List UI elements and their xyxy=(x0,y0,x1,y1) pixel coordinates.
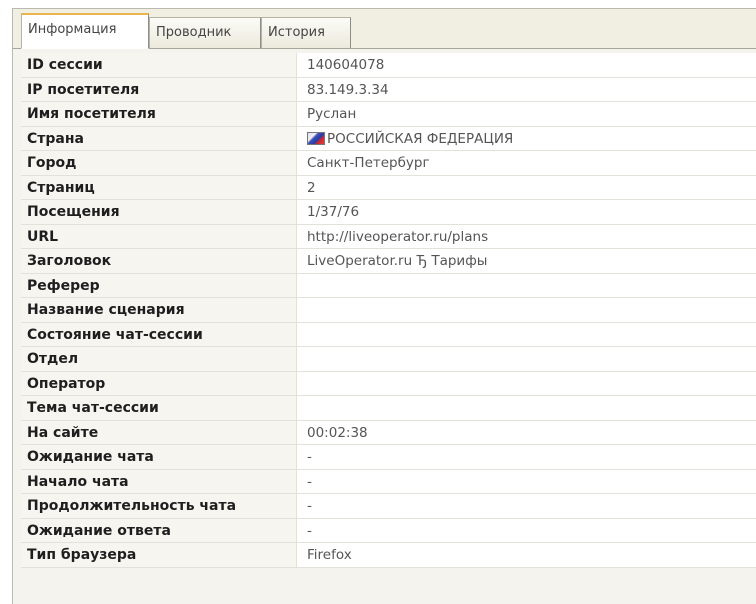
row-scenario-name[interactable]: Название сценария xyxy=(21,298,756,323)
row-chat-topic[interactable]: Тема чат-сессии xyxy=(21,396,756,421)
row-label: Страна xyxy=(21,126,297,150)
russia-flag-icon xyxy=(307,131,325,145)
tab-explorer[interactable]: Проводник xyxy=(149,17,261,48)
row-browser-type[interactable]: Тип браузера Firefox xyxy=(21,543,756,568)
row-value: 2 xyxy=(307,179,316,196)
row-label: Посещения xyxy=(21,200,297,224)
row-value: 1/37/76 xyxy=(307,204,360,220)
row-chat-wait[interactable]: Ожидание чата - xyxy=(21,445,756,470)
row-visitor-ip[interactable]: IP посетителя 83.149.3.34 xyxy=(21,77,756,102)
row-label: Продолжительность чата xyxy=(21,494,297,518)
row-value-container: РОССИЙСКАЯ ФЕДЕРАЦИЯ xyxy=(307,127,756,151)
row-label: Название сценария xyxy=(21,298,297,322)
row-value: http://liveoperator.ru/plans xyxy=(307,228,489,245)
row-label: Состояние чат-сессии xyxy=(21,322,297,346)
row-value: 83.149.3.34 xyxy=(307,81,389,98)
row-value xyxy=(307,396,756,420)
row-city[interactable]: Город Санкт-Петербург xyxy=(21,151,756,176)
row-label: Страниц xyxy=(21,175,297,199)
row-label: Город xyxy=(21,151,297,175)
row-value: - xyxy=(307,522,312,539)
row-on-site[interactable]: На сайте 00:02:38 xyxy=(21,420,756,445)
row-session-id[interactable]: ID сессии 140604078 xyxy=(21,53,756,78)
properties-grid: ID сессии 140604078 IP посетителя 83.149… xyxy=(21,53,756,568)
row-label: ID сессии xyxy=(21,53,297,77)
row-label: Заголовок xyxy=(21,249,297,273)
row-label: Тема чат-сессии xyxy=(21,396,297,420)
row-response-wait[interactable]: Ожидание ответа - xyxy=(21,518,756,543)
row-visits[interactable]: Посещения 1/37/76 xyxy=(21,200,756,225)
row-value: Firefox xyxy=(307,547,352,563)
row-label: Отдел xyxy=(21,347,297,371)
row-label: Тип браузера xyxy=(21,543,297,567)
row-value: - xyxy=(307,498,312,514)
row-country[interactable]: Страна РОССИЙСКАЯ ФЕДЕРАЦИЯ xyxy=(21,126,756,151)
row-title[interactable]: Заголовок LiveOperator.ru Ђ Тарифы xyxy=(21,249,756,274)
row-value: LiveOperator.ru Ђ Тарифы xyxy=(307,253,488,269)
row-referrer[interactable]: Реферер xyxy=(21,273,756,298)
row-value xyxy=(307,372,756,396)
row-value xyxy=(307,347,756,371)
row-value xyxy=(307,323,756,347)
row-value: Руслан xyxy=(307,106,357,122)
row-chat-duration[interactable]: Продолжительность чата - xyxy=(21,494,756,519)
row-label: Реферер xyxy=(21,273,297,297)
tab-history[interactable]: История xyxy=(261,17,351,48)
row-label: Ожидание чата xyxy=(21,445,297,469)
row-value: - xyxy=(307,449,312,465)
row-label: Имя посетителя xyxy=(21,102,297,126)
row-label: Оператор xyxy=(21,371,297,395)
row-value: РОССИЙСКАЯ ФЕДЕРАЦИЯ xyxy=(327,130,514,147)
row-value xyxy=(307,298,756,322)
row-value: 140604078 xyxy=(307,57,385,73)
row-operator[interactable]: Оператор xyxy=(21,371,756,396)
tab-strip: Информация Проводник История xyxy=(13,9,756,49)
row-value: Санкт-Петербург xyxy=(307,155,430,171)
visitor-info-panel: Информация Проводник История ID сессии 1… xyxy=(12,8,756,604)
row-label: URL xyxy=(21,224,297,248)
row-label: На сайте xyxy=(21,420,297,444)
row-url[interactable]: URL http://liveoperator.ru/plans xyxy=(21,224,756,249)
row-chat-state[interactable]: Состояние чат-сессии xyxy=(21,322,756,347)
row-value: - xyxy=(307,473,312,490)
row-value: 00:02:38 xyxy=(307,424,368,441)
row-visitor-name[interactable]: Имя посетителя Руслан xyxy=(21,102,756,127)
row-label: IP посетителя xyxy=(21,77,297,101)
row-value xyxy=(307,274,756,298)
row-label: Ожидание ответа xyxy=(21,518,297,542)
row-department[interactable]: Отдел xyxy=(21,347,756,372)
row-pages[interactable]: Страниц 2 xyxy=(21,175,756,200)
row-label: Начало чата xyxy=(21,469,297,493)
row-chat-start[interactable]: Начало чата - xyxy=(21,469,756,494)
tab-info[interactable]: Информация xyxy=(21,13,149,49)
